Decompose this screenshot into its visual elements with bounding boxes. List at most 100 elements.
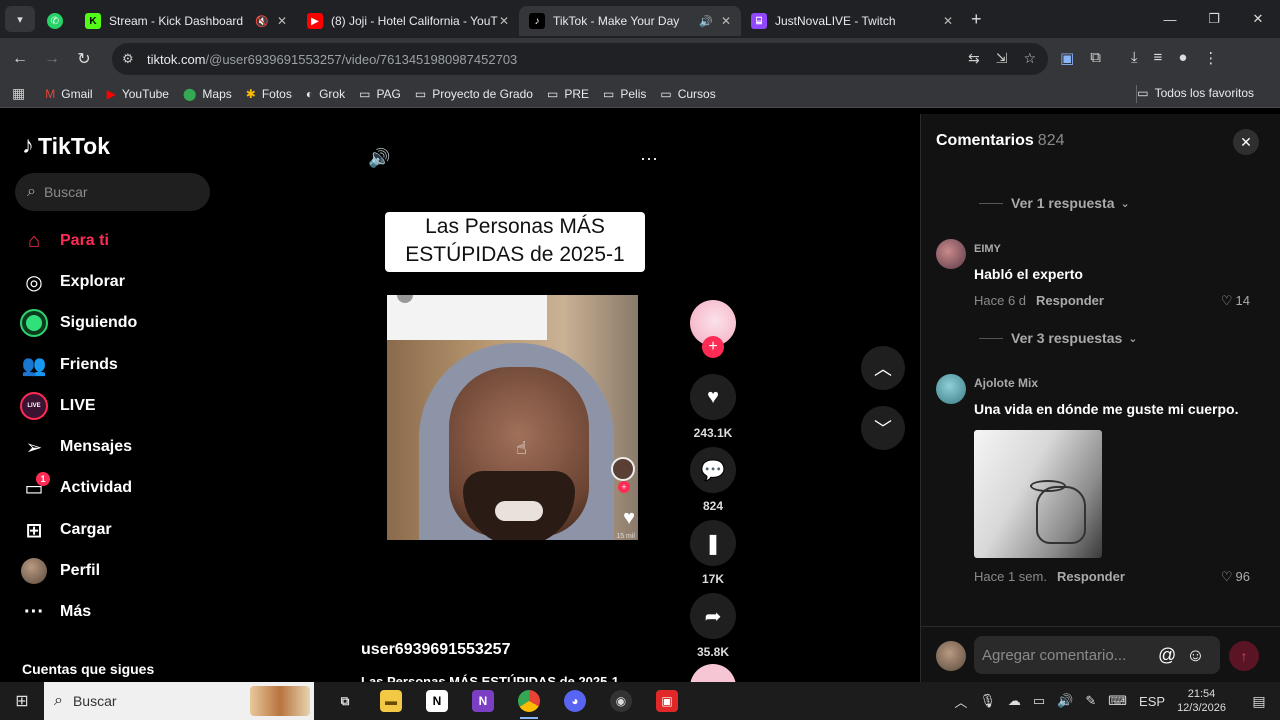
commenter-avatar[interactable] [936, 374, 966, 404]
sidebar-item-mas[interactable]: ··· Más [18, 596, 91, 628]
speaker-icon[interactable]: 🔊 [1057, 693, 1073, 709]
forward-icon[interactable]: → [36, 50, 68, 68]
comment-input-box[interactable]: @ ☺ [974, 636, 1220, 674]
extensions-icon[interactable]: ⧉ [1090, 49, 1101, 67]
clock[interactable]: 21:54 12/3/2026 [1177, 687, 1226, 715]
bookmark-star-icon[interactable]: ☆ [1023, 50, 1036, 67]
chrome-button[interactable] [506, 682, 552, 720]
previous-video-button[interactable]: ︿ [861, 346, 905, 390]
send-comment-button[interactable]: ↑ [1229, 641, 1259, 671]
tab-search-button[interactable]: ▾ [5, 6, 35, 32]
tiktok-logo[interactable]: ♪ TikTok [22, 132, 110, 160]
minimize-icon[interactable]: — [1148, 0, 1192, 38]
follow-plus-icon[interactable]: + [702, 336, 724, 358]
reply-button[interactable]: Responder [1036, 293, 1104, 308]
tab-youtube[interactable]: ▶ (8) Joji - Hotel California - YouT ✕ [297, 6, 519, 36]
audio-playing-icon[interactable]: 🔊 [699, 15, 713, 28]
translate-extension-icon[interactable]: ▣ [1060, 49, 1074, 67]
search-input[interactable] [43, 184, 184, 200]
video-player[interactable]: + ♥ 15 mil [387, 295, 638, 540]
close-tab-icon[interactable]: ✕ [721, 14, 731, 28]
notion-button[interactable]: N [414, 682, 460, 720]
task-view-button[interactable]: ⧉ [322, 682, 368, 720]
comment-image[interactable] [974, 430, 1102, 558]
file-explorer-button[interactable]: ▬ [368, 682, 414, 720]
sidebar-item-siguiendo[interactable]: Siguiendo [18, 307, 137, 339]
language-indicator[interactable]: ESP [1139, 694, 1165, 709]
sidebar-item-live[interactable]: LIVE LIVE [18, 390, 96, 422]
new-tab-button[interactable]: + [971, 9, 982, 30]
share-action[interactable]: ➦ 35.8K [690, 593, 736, 659]
bookmark-youtube[interactable]: ▶ YouTube [107, 87, 169, 101]
emoji-icon[interactable]: ☺ [1186, 645, 1204, 666]
menu-icon[interactable]: ⋮ [1203, 49, 1218, 67]
comment-action[interactable]: 💬 824 [690, 447, 736, 513]
taskbar-search-input[interactable] [72, 693, 213, 709]
view-replies-button[interactable]: Ver 1 respuesta ⌄ [979, 195, 1130, 211]
apps-icon[interactable]: ▦ [12, 85, 25, 102]
sidebar-item-actividad[interactable]: ▭ 1 Actividad [18, 472, 132, 504]
windows-start-icon[interactable]: ⊞ [0, 691, 44, 711]
sidebar-item-cargar[interactable]: ⊞ Cargar [18, 514, 112, 546]
discord-button[interactable]: ◕ [552, 682, 598, 720]
site-info-icon[interactable]: ⚙ [122, 51, 134, 67]
comment-like[interactable]: ♡ 14 [1221, 293, 1250, 309]
sidebar-item-explorar[interactable]: ◎ Explorar [18, 266, 125, 298]
mention-icon[interactable]: @ [1158, 645, 1176, 666]
sidebar-item-friends[interactable]: 👥 Friends [18, 349, 118, 381]
all-bookmarks[interactable]: ▭ Todos los favoritos [1137, 86, 1254, 100]
media-control-icon[interactable]: ≡ [1154, 49, 1163, 67]
comment-like[interactable]: ♡ 96 [1221, 569, 1250, 585]
reload-icon[interactable]: ↻ [68, 49, 100, 69]
close-comments-button[interactable]: ✕ [1233, 129, 1259, 155]
bookmark-proyecto[interactable]: ▭ Proyecto de Grado [415, 87, 533, 101]
close-tab-icon[interactable]: ✕ [499, 14, 509, 28]
sidebar-item-perfil[interactable]: Perfil [18, 555, 100, 587]
volume-icon[interactable]: 🔊 [368, 148, 390, 169]
obs-button[interactable]: ◉ [598, 682, 644, 720]
microphone-icon[interactable]: 🎙 [979, 693, 996, 709]
taskbar-search[interactable]: ⌕ [44, 682, 314, 720]
tab-twitch[interactable]: ⌸ JustNovaLIVE - Twitch ✕ [741, 6, 963, 36]
sidebar-item-mensajes[interactable]: ➢ Mensajes [18, 431, 132, 463]
save-action[interactable]: ❚ 17K [690, 520, 736, 586]
bookmark-maps[interactable]: ⬤ Maps [183, 87, 232, 101]
more-options-icon[interactable]: ··· [640, 148, 658, 169]
comment-input[interactable] [982, 646, 1152, 664]
heart-icon[interactable]: ♥ [690, 374, 736, 420]
bookmark-cursos[interactable]: ▭ Cursos [660, 87, 715, 101]
close-tab-icon[interactable]: ✕ [277, 14, 287, 28]
pen-icon[interactable]: ✎ [1085, 693, 1096, 709]
bookmark-pelis[interactable]: ▭ Pelis [603, 87, 646, 101]
video-author[interactable]: user6939691553257 [361, 641, 510, 659]
notifications-icon[interactable]: ▤ [1244, 693, 1274, 710]
bookmark-icon[interactable]: ❚ [690, 520, 736, 566]
muted-icon[interactable]: 🔇 [255, 15, 269, 28]
bookmark-grok[interactable]: ◐ Grok [306, 87, 345, 101]
back-icon[interactable]: ← [4, 50, 36, 68]
reply-button[interactable]: Responder [1057, 569, 1125, 584]
bookmark-pag[interactable]: ▭ PAG [359, 87, 401, 101]
chevron-up-icon[interactable]: ︿ [954, 692, 967, 711]
bookmark-fotos[interactable]: ✱ Fotos [246, 87, 292, 101]
commenter-avatar[interactable] [936, 239, 966, 269]
maximize-icon[interactable]: ❐ [1192, 0, 1236, 38]
cloud-icon[interactable]: ☁ [1008, 693, 1021, 709]
like-action[interactable]: ♥ 243.1K [690, 374, 736, 440]
bookmark-gmail[interactable]: M Gmail [45, 87, 92, 101]
url-bar[interactable]: ⚙ tiktok.com/@user6939691553257/video/76… [112, 43, 1048, 75]
share-icon[interactable]: ➦ [690, 593, 736, 639]
next-video-button[interactable]: ﹀ [861, 406, 905, 450]
tab-kick[interactable]: K Stream - Kick Dashboard 🔇 ✕ [75, 6, 297, 36]
tab-tiktok[interactable]: ♪ TikTok - Make Your Day 🔊 ✕ [519, 6, 741, 36]
whatsapp-pinned-tab[interactable]: ✆ [35, 6, 75, 36]
profile-icon[interactable]: ● [1178, 49, 1187, 67]
bookmark-pre[interactable]: ▭ PRE [547, 87, 589, 101]
commenter-name[interactable]: Ajolote Mix [974, 376, 1038, 390]
sidebar-item-para-ti[interactable]: ⌂ Para ti [18, 225, 109, 257]
keyboard-icon[interactable]: ⌨ [1108, 693, 1127, 709]
commenter-name[interactable]: EIMY [974, 243, 1001, 255]
onenote-button[interactable]: N [460, 682, 506, 720]
comment-icon[interactable]: 💬 [690, 447, 736, 493]
network-icon[interactable]: ▭ [1033, 693, 1045, 709]
